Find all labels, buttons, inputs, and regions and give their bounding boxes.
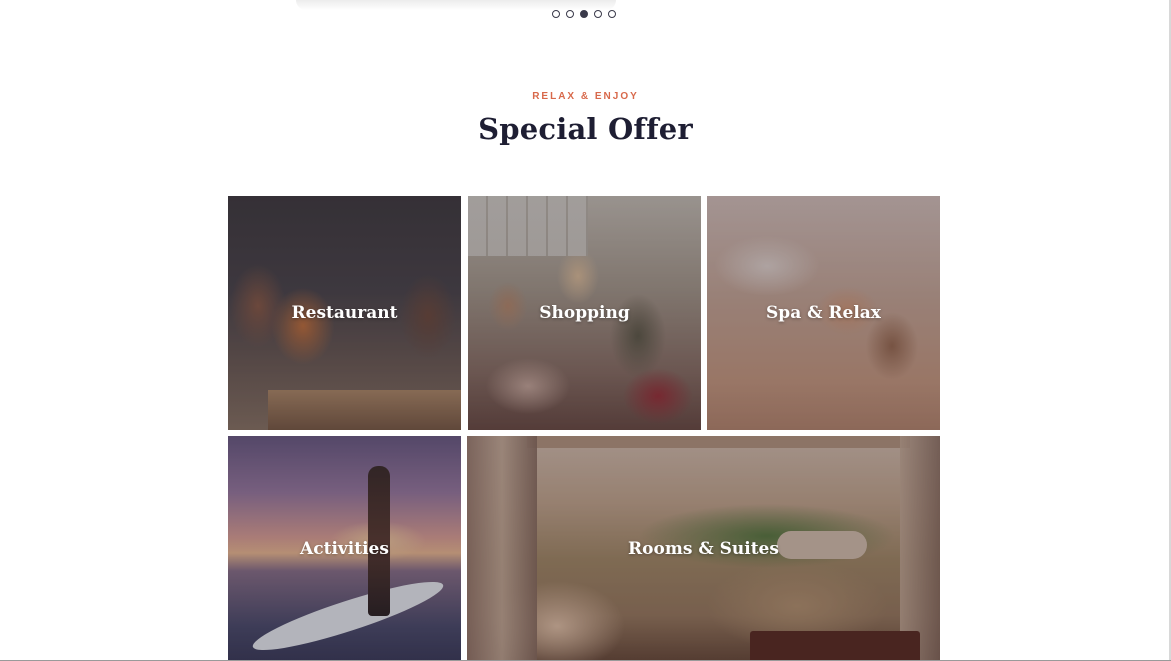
offer-tile-activities[interactable]: Activities bbox=[228, 436, 461, 661]
offer-tile-restaurant[interactable]: Restaurant bbox=[228, 196, 461, 430]
page: RELAX & ENJOY Special Offer Restaurant S… bbox=[0, 0, 1171, 661]
section-eyebrow: RELAX & ENJOY bbox=[532, 91, 639, 102]
carousel-shadow bbox=[296, 0, 616, 10]
carousel-dot-5[interactable] bbox=[608, 10, 616, 18]
offer-label: Spa & Relax bbox=[766, 303, 881, 323]
carousel-dot-4[interactable] bbox=[594, 10, 602, 18]
offer-label: Rooms & Suites bbox=[628, 538, 779, 559]
offer-tile-rooms[interactable]: Rooms & Suites bbox=[467, 436, 940, 661]
offer-tile-spa[interactable]: Spa & Relax bbox=[707, 196, 940, 430]
offer-label: Restaurant bbox=[291, 303, 398, 323]
offer-tile-shopping[interactable]: Shopping bbox=[468, 196, 701, 430]
carousel-dot-2[interactable] bbox=[566, 10, 574, 18]
offer-label: Activities bbox=[300, 538, 389, 559]
carousel-dot-3[interactable] bbox=[580, 10, 588, 18]
offer-label: Shopping bbox=[539, 303, 630, 323]
section-title: Special Offer bbox=[478, 112, 693, 146]
carousel-dot-1[interactable] bbox=[552, 10, 560, 18]
carousel-pagination bbox=[552, 10, 616, 18]
